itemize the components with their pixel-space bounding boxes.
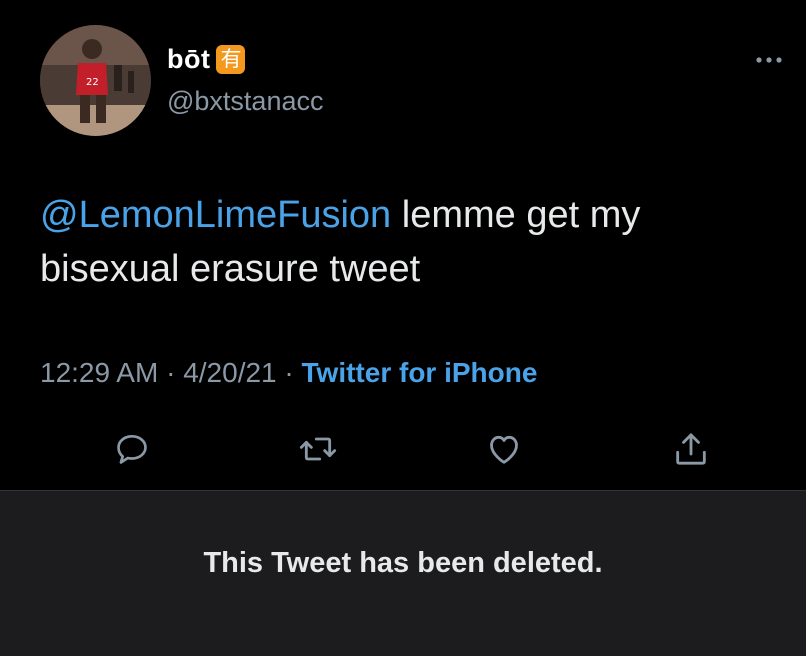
reply-icon	[117, 434, 147, 464]
like-button[interactable]	[480, 425, 528, 473]
reply-button[interactable]	[108, 425, 156, 473]
like-icon	[490, 435, 518, 464]
name-badge-icon: 有	[216, 45, 246, 74]
tweet-time: 12:29 AM	[40, 357, 159, 388]
display-name[interactable]: bōt	[167, 44, 210, 75]
deleted-quoted-tweet: This Tweet has been deleted.	[0, 490, 806, 656]
author-name-row[interactable]: bōt 有	[167, 44, 246, 75]
tweet-meta: 12:29 AM · 4/20/21 · Twitter for iPhone	[40, 357, 537, 389]
more-icon[interactable]	[754, 52, 784, 68]
user-handle[interactable]: @bxtstanacc	[167, 86, 323, 117]
meta-separator: ·	[158, 357, 184, 388]
deleted-message: This Tweet has been deleted.	[203, 547, 603, 579]
mention-link[interactable]: @LemonLimeFusion	[40, 194, 391, 236]
action-bar	[0, 425, 806, 473]
tweet-source-link[interactable]: Twitter for iPhone	[302, 357, 538, 388]
tweet-date: 4/20/21	[183, 357, 277, 388]
avatar[interactable]: 22	[40, 25, 151, 136]
share-icon	[676, 433, 706, 465]
share-button[interactable]	[667, 425, 715, 473]
retweet-button[interactable]	[294, 425, 342, 473]
meta-separator: ·	[276, 357, 302, 388]
retweet-icon	[299, 437, 337, 461]
tweet-card: 22 bōt 有 @bxtstanacc @LemonLimeFusion le…	[0, 0, 806, 490]
tweet-text: @LemonLimeFusion lemme get my bisexual e…	[40, 188, 770, 296]
svg-text:22: 22	[86, 77, 99, 88]
